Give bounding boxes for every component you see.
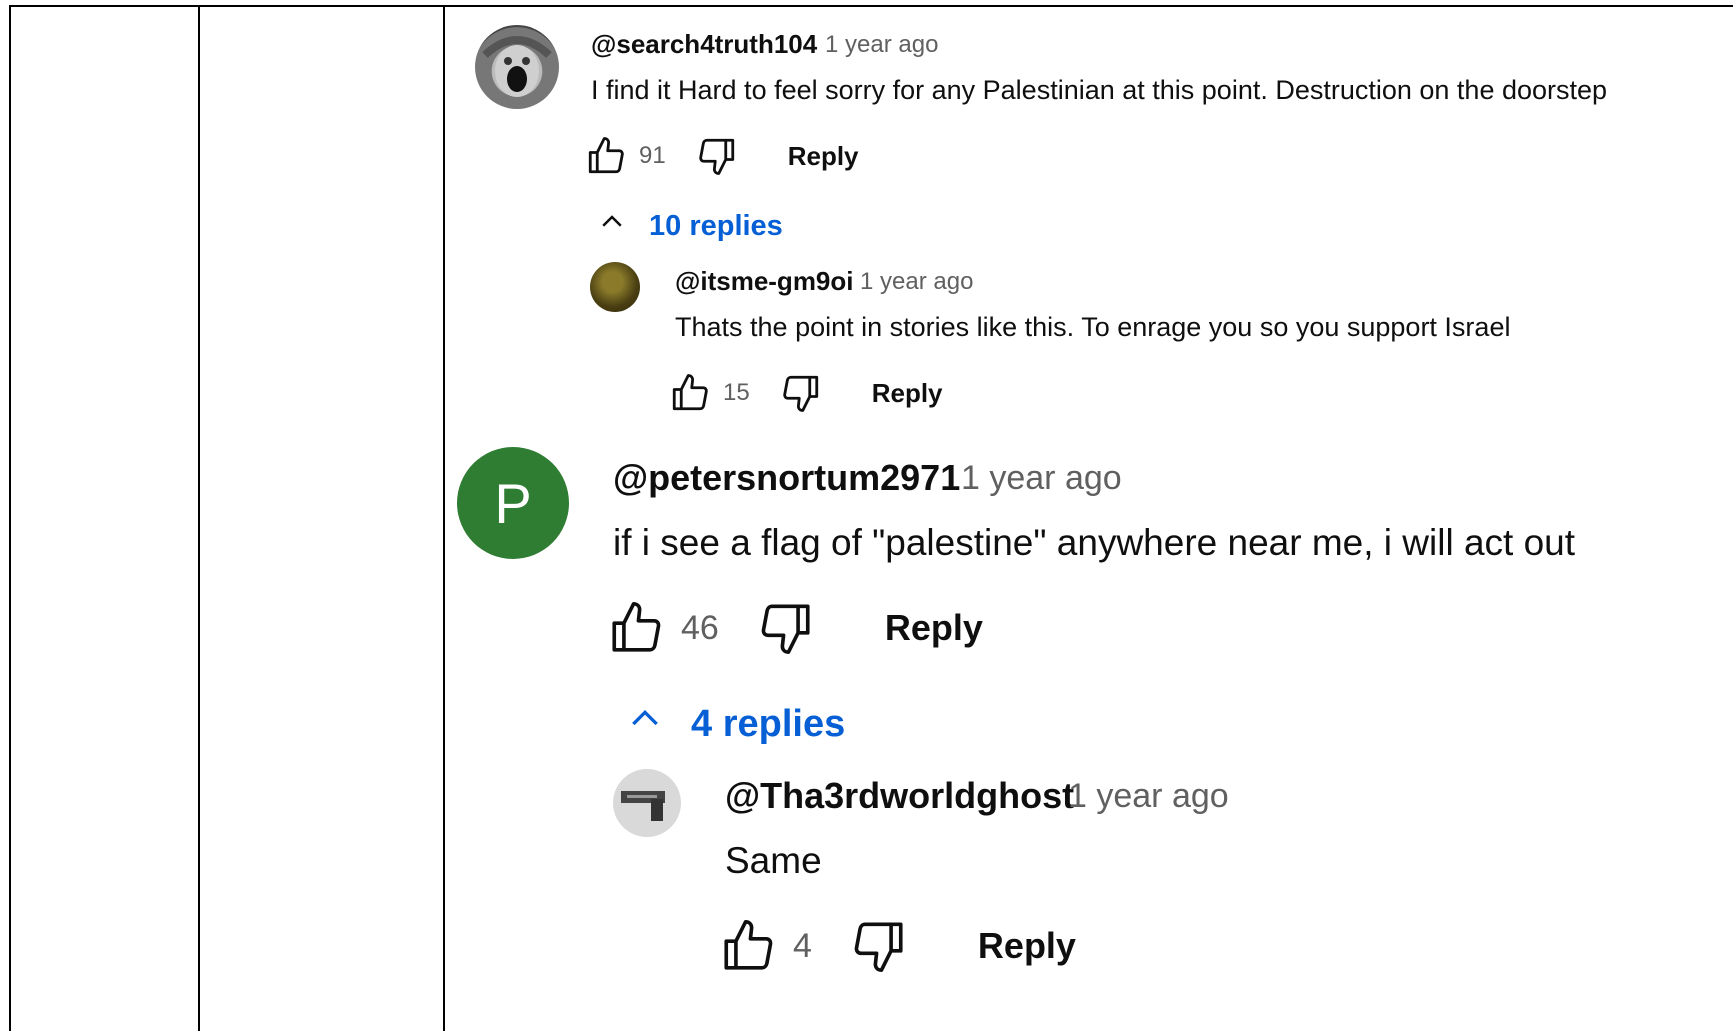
like-icon[interactable] [719, 917, 777, 975]
show-replies-toggle[interactable]: 10 replies [597, 207, 783, 245]
avatar-tha3rdworldghost[interactable] [613, 769, 681, 837]
like-icon[interactable] [585, 135, 627, 177]
replies-count-label: 4 replies [691, 702, 846, 745]
table-column-divider [198, 5, 200, 1031]
comment-timestamp[interactable]: 1 year ago [961, 459, 1122, 498]
reply-button[interactable]: Reply [978, 925, 1076, 967]
comment-author-handle[interactable]: @petersnortum2971 [613, 457, 960, 499]
reply-button[interactable]: Reply [885, 607, 983, 649]
comments-cell: @search4truth104 1 year ago I find it Ha… [445, 7, 1733, 1031]
chevron-up-icon [597, 207, 627, 245]
avatar-search4truth104[interactable] [475, 25, 559, 109]
avatar-itsme-gm9oi[interactable] [590, 262, 640, 312]
reply-timestamp[interactable]: 1 year ago [860, 268, 973, 296]
like-count: 46 [681, 608, 719, 647]
pistol-avatar-image [621, 791, 665, 821]
comment-timestamp[interactable]: 1 year ago [825, 31, 938, 59]
avatar-petersnortum2971[interactable]: P [457, 447, 569, 559]
comment-actions: 46 Reply [607, 599, 983, 657]
like-icon[interactable] [669, 372, 711, 414]
reply-author-handle[interactable]: @itsme-gm9oi [675, 266, 854, 297]
reply-actions: 4 Reply [719, 917, 1076, 975]
avatar-letter: P [494, 471, 532, 535]
dislike-icon[interactable] [696, 135, 738, 177]
reply-actions: 15 Reply [669, 372, 943, 414]
dislike-icon[interactable] [780, 372, 822, 414]
dislike-icon[interactable] [757, 599, 815, 657]
like-icon[interactable] [607, 599, 665, 657]
chevron-up-icon [625, 699, 665, 749]
comment-text: if i see a flag of "palestine" anywhere … [613, 522, 1576, 563]
comment-author-handle[interactable]: @search4truth104 [591, 29, 817, 60]
comment-text: I find it Hard to feel sorry for any Pal… [591, 75, 1608, 105]
like-count: 91 [639, 142, 666, 169]
reply-button[interactable]: Reply [788, 141, 859, 172]
reply-text: Same [725, 840, 822, 881]
reply-button[interactable]: Reply [872, 378, 943, 409]
replies-count-label: 10 replies [649, 209, 783, 242]
like-count: 4 [793, 926, 812, 965]
dislike-icon[interactable] [850, 917, 908, 975]
reply-text: Thats the point in stories like this. To… [675, 312, 1511, 342]
screaming-face-avatar-image [482, 36, 552, 97]
comment-actions: 91 Reply [585, 135, 859, 177]
show-replies-toggle[interactable]: 4 replies [625, 699, 845, 749]
reply-author-handle[interactable]: @Tha3rdworldghost [725, 775, 1074, 817]
like-count: 15 [723, 379, 750, 406]
reply-timestamp[interactable]: 1 year ago [1068, 777, 1229, 816]
